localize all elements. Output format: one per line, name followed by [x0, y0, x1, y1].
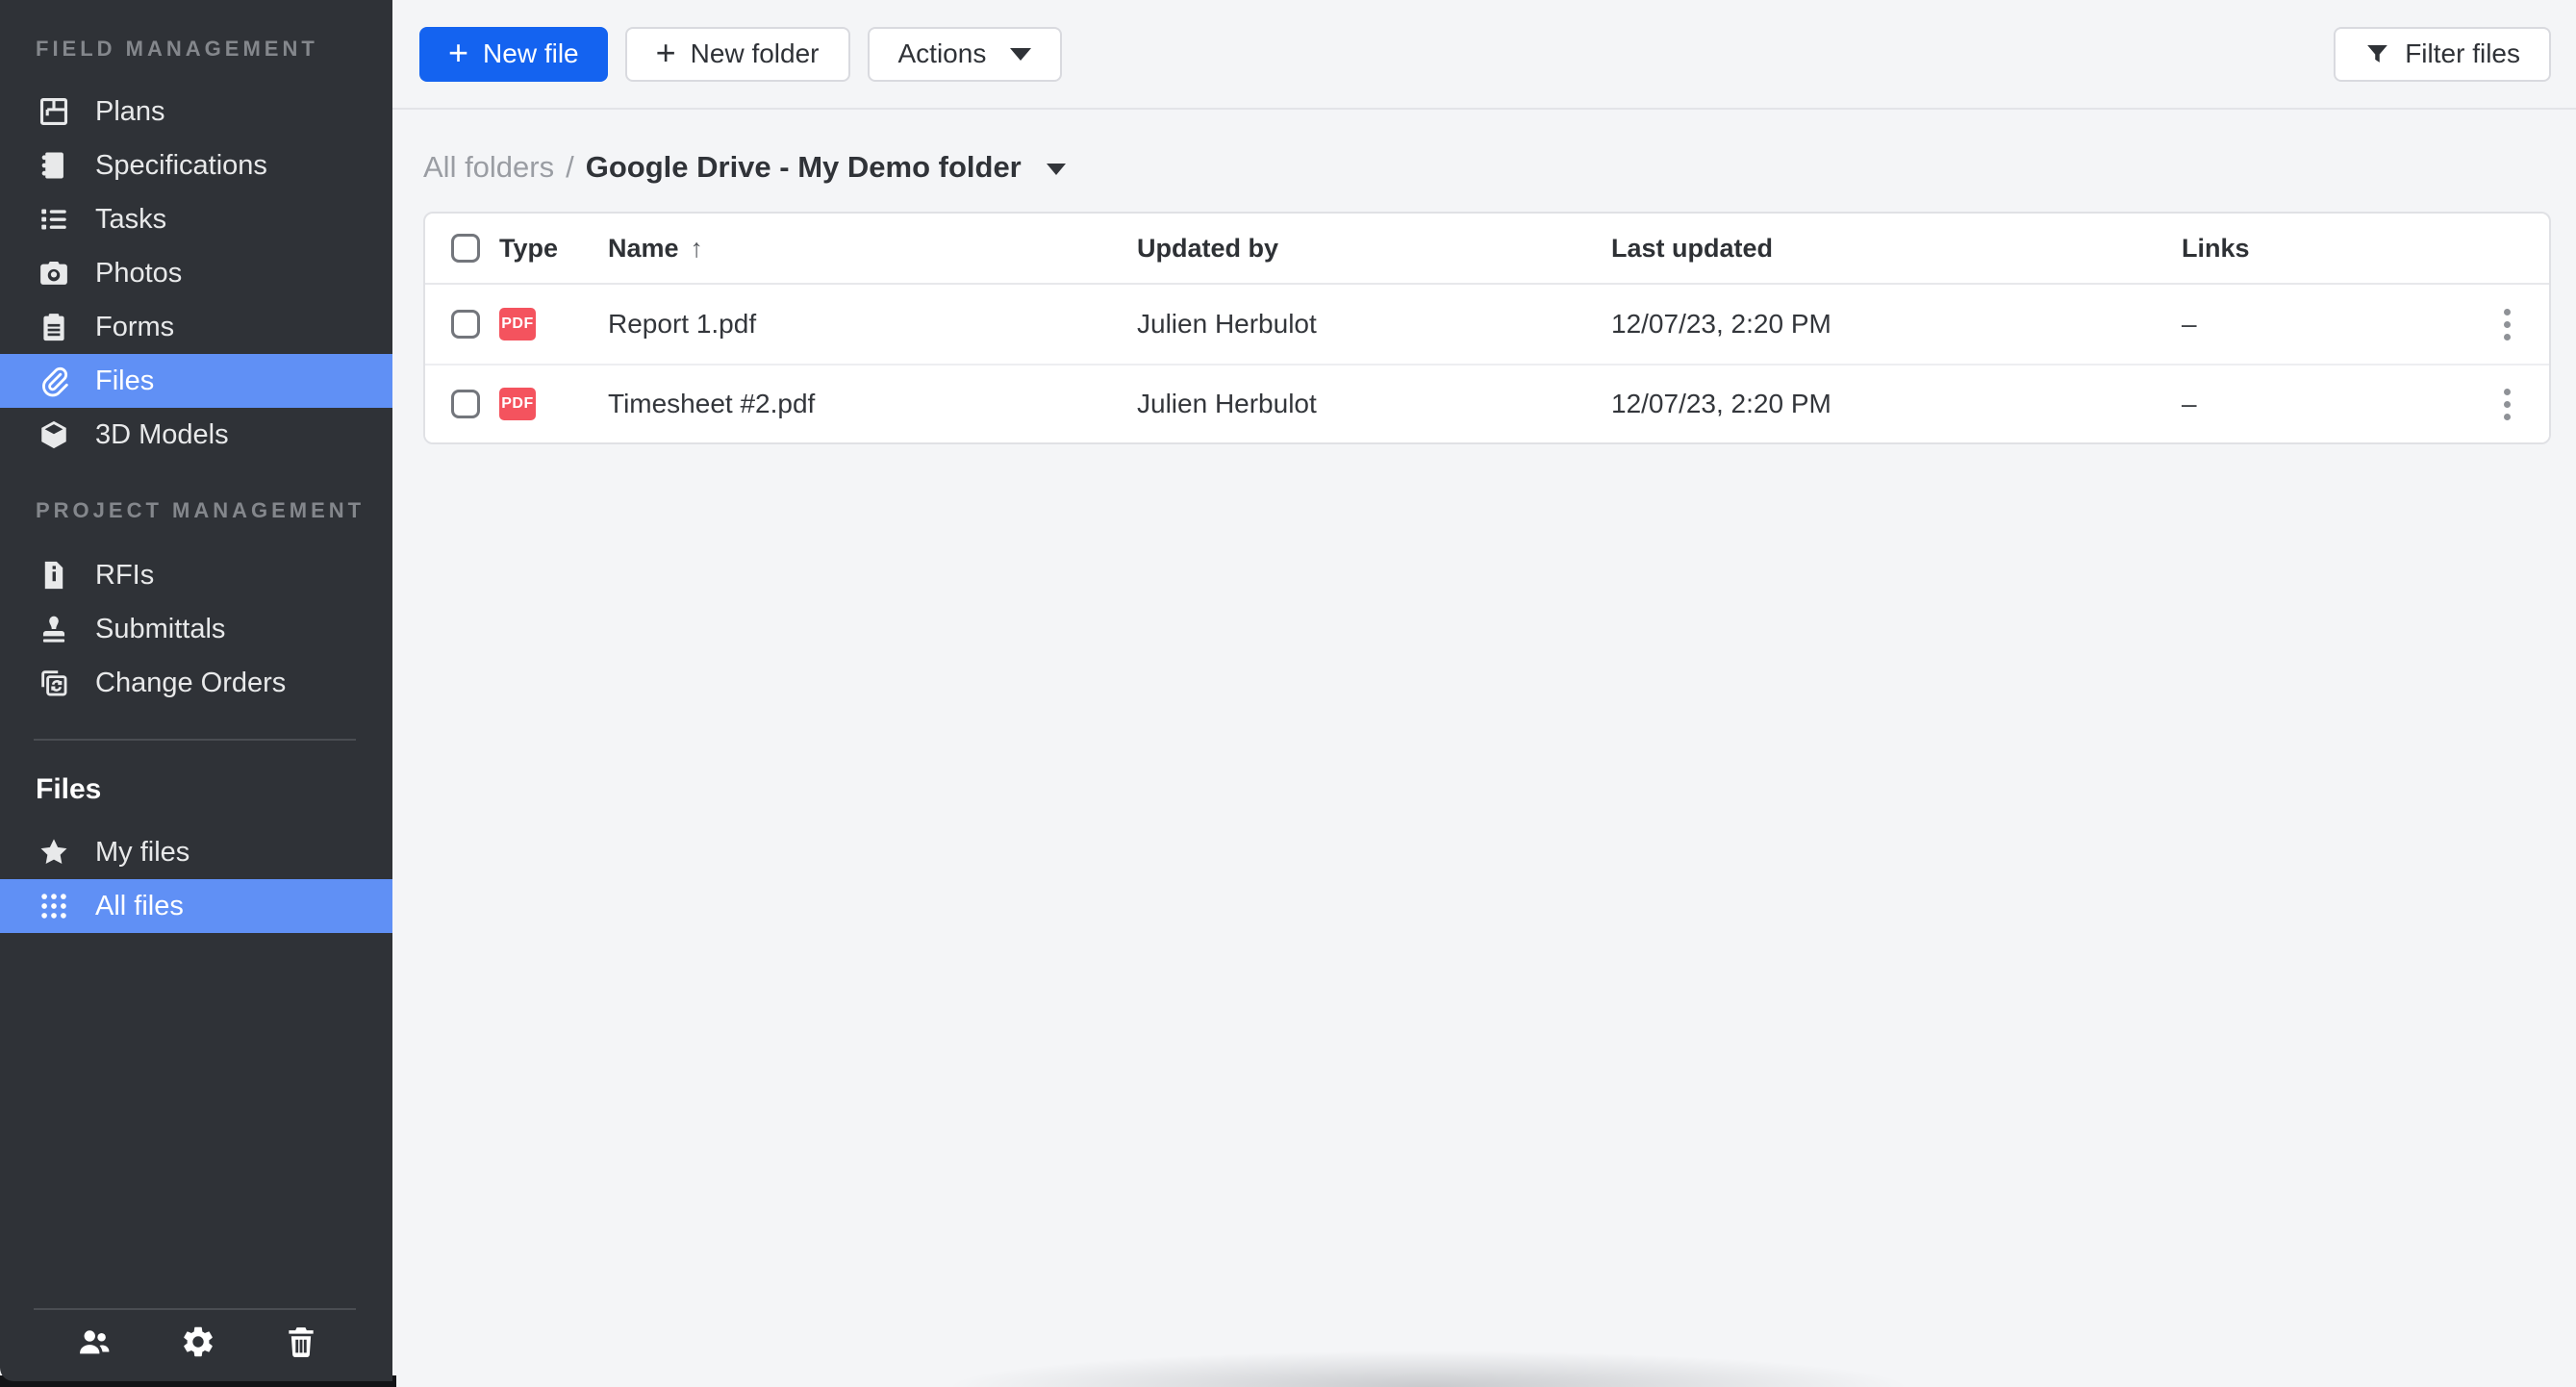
sidebar-item-all-files[interactable]: All files [0, 879, 392, 933]
breadcrumb-current-label: Google Drive - My Demo folder [586, 150, 1022, 185]
header-checkbox-cell [425, 234, 499, 263]
sidebar-item-tasks[interactable]: Tasks [0, 192, 392, 246]
sidebar-item-3d-models[interactable]: 3D Models [0, 408, 392, 462]
file-table: Type Name ↑ Updated by Last updated Link… [423, 212, 2551, 444]
new-folder-button[interactable]: + New folder [625, 27, 850, 82]
pdf-file-icon: PDF [499, 308, 536, 340]
breadcrumb-all-folders[interactable]: All folders [423, 150, 554, 185]
specifications-icon [36, 147, 72, 184]
last-updated: 12/07/23, 2:20 PM [1611, 309, 2182, 340]
chevron-down-icon [1010, 48, 1031, 61]
breadcrumb: All folders / Google Drive - My Demo fol… [423, 150, 2576, 185]
links-value: – [2182, 389, 2464, 419]
sidebar-item-submittals[interactable]: Submittals [0, 602, 392, 656]
row-menu-kebab-icon[interactable] [2486, 297, 2528, 351]
column-header-links[interactable]: Links [2182, 234, 2464, 264]
sidebar-footer [0, 1308, 392, 1381]
sidebar-item-label: RFIs [95, 560, 154, 592]
cube-icon [36, 416, 72, 453]
filter-files-button[interactable]: Filter files [2334, 27, 2551, 82]
table-row[interactable]: PDF Report 1.pdf Julien Herbulot 12/07/2… [425, 285, 2549, 364]
sidebar-item-change-orders[interactable]: Change Orders [0, 656, 392, 710]
table-header-row: Type Name ↑ Updated by Last updated Link… [425, 214, 2549, 285]
clipboard-icon [36, 309, 72, 345]
last-updated: 12/07/23, 2:20 PM [1611, 389, 2182, 419]
sidebar-item-label: 3D Models [95, 419, 229, 451]
column-header-name[interactable]: Name ↑ [608, 234, 1137, 264]
row-menu-kebab-icon[interactable] [2486, 377, 2528, 431]
plus-icon: + [448, 36, 468, 70]
updated-by: Julien Herbulot [1137, 389, 1611, 419]
filter-files-label: Filter files [2405, 38, 2520, 69]
sidebar-nav-files: My files All files [0, 825, 392, 933]
plans-icon [36, 93, 72, 130]
sidebar-item-label: Files [95, 366, 154, 397]
sidebar-item-forms[interactable]: Forms [0, 300, 392, 354]
column-header-updated-by[interactable]: Updated by [1137, 234, 1611, 264]
select-all-checkbox[interactable] [451, 234, 480, 263]
sidebar-item-label: Plans [95, 96, 165, 128]
sidebar-item-files[interactable]: Files [0, 354, 392, 408]
sidebar-item-label: Submittals [95, 614, 225, 645]
star-icon [36, 834, 72, 870]
sidebar-item-photos[interactable]: Photos [0, 246, 392, 300]
sidebar-item-specifications[interactable]: Specifications [0, 139, 392, 192]
plus-icon: + [656, 36, 676, 70]
chevron-down-icon [1047, 164, 1066, 175]
column-header-type[interactable]: Type [499, 234, 608, 264]
camera-icon [36, 255, 72, 291]
gear-icon[interactable] [178, 1322, 218, 1362]
paperclip-icon [36, 363, 72, 399]
row-checkbox-cell [425, 310, 499, 339]
stamp-icon [36, 611, 72, 647]
section-header-project-management: PROJECT MANAGEMENT [0, 462, 392, 548]
pdf-file-icon: PDF [499, 388, 536, 420]
sidebar-item-label: Forms [95, 312, 174, 343]
new-file-button[interactable]: + New file [419, 27, 608, 82]
updated-by: Julien Herbulot [1137, 309, 1611, 340]
sidebar-item-label: My files [95, 837, 189, 869]
bottom-edge-shadow [846, 1349, 2058, 1387]
filter-funnel-icon [2364, 41, 2390, 67]
file-name[interactable]: Report 1.pdf [608, 309, 1137, 340]
sidebar-item-label: Photos [95, 258, 182, 290]
sidebar-item-label: All files [95, 891, 184, 922]
actions-button[interactable]: Actions [868, 27, 1063, 82]
toolbar: + New file + New folder Actions Filter f… [392, 0, 2576, 110]
column-header-name-label: Name [608, 234, 679, 264]
actions-label: Actions [898, 38, 987, 69]
sidebar-item-rfis[interactable]: RFIs [0, 548, 392, 602]
links-value: – [2182, 309, 2464, 340]
file-name[interactable]: Timesheet #2.pdf [608, 389, 1137, 419]
grid-dots-icon [36, 888, 72, 924]
change-orders-icon [36, 665, 72, 701]
file-type-cell: PDF [499, 308, 608, 340]
row-checkbox-cell [425, 390, 499, 418]
files-group-header: Files [0, 741, 392, 825]
tasks-icon [36, 201, 72, 238]
document-info-icon [36, 557, 72, 593]
new-folder-label: New folder [691, 38, 820, 69]
sidebar-item-my-files[interactable]: My files [0, 825, 392, 879]
trash-icon[interactable] [281, 1322, 321, 1362]
breadcrumb-separator: / [566, 150, 574, 185]
file-type-cell: PDF [499, 388, 608, 420]
sort-ascending-icon: ↑ [691, 234, 704, 264]
sidebar-item-label: Specifications [95, 150, 267, 182]
row-checkbox[interactable] [451, 390, 480, 418]
new-file-label: New file [483, 38, 579, 69]
table-row[interactable]: PDF Timesheet #2.pdf Julien Herbulot 12/… [425, 364, 2549, 442]
sidebar-nav-field-management: Plans Specifications Tasks [0, 85, 392, 462]
users-icon[interactable] [74, 1322, 114, 1362]
main-content: + New file + New folder Actions Filter f… [392, 0, 2576, 1387]
sidebar-nav-project-management: RFIs Submittals Change Orde [0, 548, 392, 710]
column-header-last-updated[interactable]: Last updated [1611, 234, 2182, 264]
sidebar-item-label: Tasks [95, 204, 166, 236]
sidebar-item-label: Change Orders [95, 668, 286, 699]
section-header-field-management: FIELD MANAGEMENT [0, 0, 392, 85]
breadcrumb-current-folder[interactable]: Google Drive - My Demo folder [586, 150, 1066, 185]
row-checkbox[interactable] [451, 310, 480, 339]
sidebar: FIELD MANAGEMENT Plans Specifications [0, 0, 392, 1381]
sidebar-item-plans[interactable]: Plans [0, 85, 392, 139]
